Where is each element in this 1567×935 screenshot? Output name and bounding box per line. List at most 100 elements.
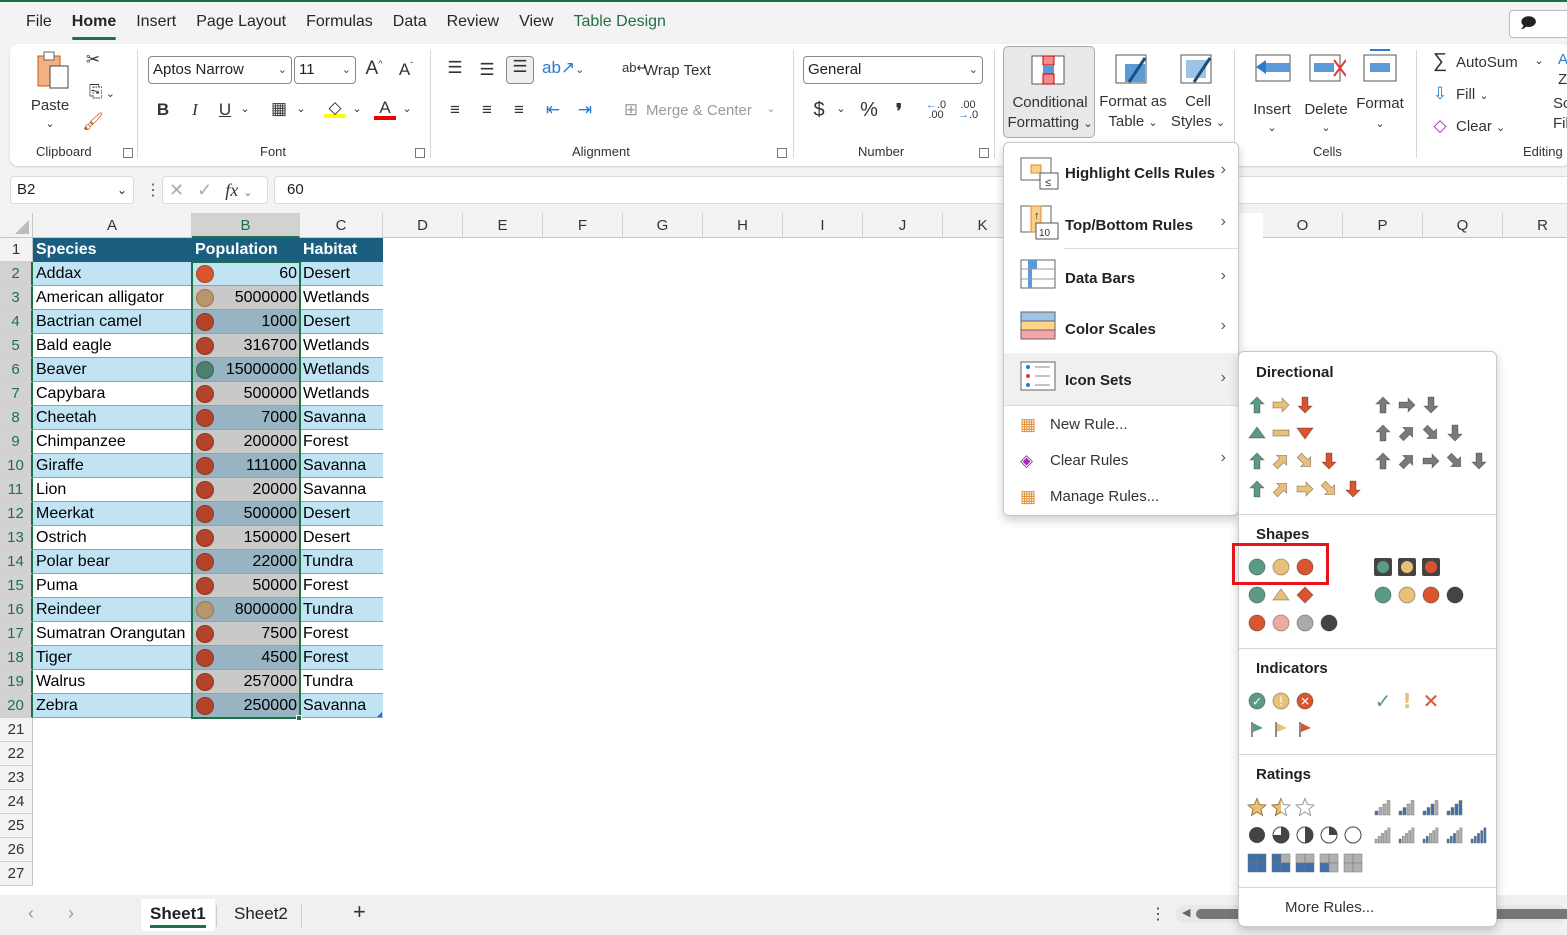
cell-population[interactable]: 15000000 (192, 358, 300, 382)
font-name-select[interactable]: Aptos Narrow ⌄ (148, 56, 292, 84)
fill-icon[interactable]: ⇩ (1430, 84, 1450, 104)
clear-button[interactable]: Clear ⌄ (1456, 117, 1505, 138)
cell-habitat[interactable]: Desert (300, 502, 383, 526)
cancel-icon[interactable]: ✕ (169, 180, 184, 200)
italic-button[interactable]: I (186, 100, 204, 120)
column-header-r[interactable]: R (1503, 213, 1567, 238)
name-box[interactable]: B2 ⌄ (10, 176, 134, 204)
column-header-a[interactable]: A (33, 213, 192, 238)
borders-icon[interactable]: ▦ (268, 99, 290, 119)
row-header-26[interactable]: 26 (0, 838, 33, 862)
cell-species[interactable]: Puma (33, 574, 192, 598)
row-header-21[interactable]: 21 (0, 718, 33, 742)
number-launcher-icon[interactable] (979, 148, 989, 158)
sheet-tab-sheet1[interactable]: Sheet1 (141, 899, 215, 931)
comma-style-button[interactable]: ❜ (890, 99, 908, 124)
icon-set-3-triangles[interactable] (1247, 422, 1315, 444)
cell-species[interactable]: Tiger (33, 646, 192, 670)
clear-eraser-icon[interactable]: ◇ (1430, 116, 1450, 136)
cell-population[interactable]: 4500 (192, 646, 300, 670)
column-header-p[interactable]: P (1343, 213, 1423, 238)
select-all-button[interactable] (0, 213, 33, 238)
cell-population[interactable]: 22000 (192, 550, 300, 574)
conditional-formatting-button[interactable]: Conditional Formatting ⌄ (1003, 46, 1095, 138)
autosum-icon[interactable]: ∑ (1430, 50, 1450, 73)
copy-icon[interactable]: ⎘ ⌄ (82, 82, 122, 102)
tab-page-layout[interactable]: Page Layout (186, 2, 296, 42)
menu-item-clear-rules[interactable]: ◈ Clear Rules › (1004, 443, 1238, 479)
insert-function-icon[interactable]: fx (225, 180, 238, 200)
column-header-h[interactable]: H (703, 213, 783, 238)
row-header-13[interactable]: 13 (0, 526, 33, 550)
clipboard-launcher-icon[interactable] (123, 148, 133, 158)
cell-population[interactable]: 8000000 (192, 598, 300, 622)
row-header-16[interactable]: 16 (0, 598, 33, 622)
tab-file[interactable]: File (16, 2, 62, 42)
icon-set-3-traffic-lights-rimmed[interactable] (1373, 556, 1441, 578)
paste-icon[interactable] (32, 50, 72, 90)
cell-habitat[interactable]: Savanna (300, 694, 383, 718)
cell-habitat[interactable]: Wetlands (300, 358, 383, 382)
cell-population[interactable]: 5000000 (192, 286, 300, 310)
icon-set-red-to-black[interactable] (1247, 612, 1339, 634)
table-header-species[interactable]: Species (33, 238, 192, 262)
cell-species[interactable]: Cheetah (33, 406, 192, 430)
row-header-3[interactable]: 3 (0, 286, 33, 310)
cell-species[interactable]: Meerkat (33, 502, 192, 526)
decrease-font-icon[interactable]: Aˇ (394, 60, 418, 80)
column-header-f[interactable]: F (543, 213, 623, 238)
menu-item-manage-rules[interactable]: ▦ Manage Rules... (1004, 479, 1238, 515)
row-header-5[interactable]: 5 (0, 334, 33, 358)
row-header-2[interactable]: 2 (0, 262, 33, 286)
add-sheet-icon[interactable]: + (353, 899, 366, 925)
decrease-decimal-icon[interactable]: .00 →.0 (956, 100, 980, 121)
cell-species[interactable]: Lion (33, 478, 192, 502)
font-size-select[interactable]: 11 ⌄ (294, 56, 356, 84)
paste-dropdown-icon[interactable]: ⌄ (40, 114, 60, 134)
cell-species[interactable]: Chimpanzee (33, 430, 192, 454)
cell-habitat[interactable]: Forest (300, 574, 383, 598)
cell-habitat[interactable]: Desert (300, 310, 383, 334)
icon-set-4-arrows-colored[interactable] (1247, 450, 1339, 472)
cell-habitat[interactable]: Wetlands (300, 382, 383, 406)
row-header-17[interactable]: 17 (0, 622, 33, 646)
format-painter-icon[interactable]: 🖌 (82, 112, 104, 132)
scroll-left-icon[interactable]: ‹ (28, 903, 34, 924)
table-resize-handle[interactable] (377, 712, 382, 717)
cell-habitat[interactable]: Savanna (300, 454, 383, 478)
cell-habitat[interactable]: Desert (300, 526, 383, 550)
column-header-c[interactable]: C (300, 213, 383, 238)
cell-species[interactable]: Giraffe (33, 454, 192, 478)
percent-button[interactable]: % (858, 99, 880, 122)
table-header-population[interactable]: Population (192, 238, 300, 262)
font-color-icon[interactable]: A (374, 98, 396, 120)
fill-color-icon[interactable]: ◇ (324, 98, 346, 118)
number-format-select[interactable]: General ⌄ (803, 56, 983, 84)
icon-set-3-stars[interactable] (1247, 796, 1315, 818)
cell-species[interactable]: Bactrian camel (33, 310, 192, 334)
cell-species[interactable]: Capybara (33, 382, 192, 406)
cell-habitat[interactable]: Wetlands (300, 334, 383, 358)
chevron-down-icon[interactable]: ⌄ (834, 102, 848, 115)
column-header-o[interactable]: O (1263, 213, 1343, 238)
scroll-right-icon[interactable]: › (68, 903, 74, 924)
icon-set-3-flags[interactable] (1247, 718, 1315, 740)
insert-cells-button[interactable]: Insert ⌄ (1244, 50, 1300, 140)
icon-set-5-arrows-colored[interactable] (1247, 478, 1363, 500)
cell-species[interactable]: Beaver (33, 358, 192, 382)
more-rules-link[interactable]: More Rules... (1285, 899, 1374, 916)
column-header-g[interactable]: G (623, 213, 703, 238)
row-header-27[interactable]: 27 (0, 862, 33, 886)
cell-population[interactable]: 500000 (192, 382, 300, 406)
row-header-8[interactable]: 8 (0, 406, 33, 430)
column-header-i[interactable]: I (783, 213, 863, 238)
align-center-icon[interactable]: ≡ (476, 100, 498, 120)
formula-input[interactable]: 60 (274, 176, 1567, 204)
cell-species[interactable]: Zebra (33, 694, 192, 718)
sort-filter-button[interactable]: ScFil (1553, 94, 1567, 134)
icon-set-5-ratings[interactable] (1373, 824, 1489, 846)
menu-item-data-bars[interactable]: Data Bars › (1004, 251, 1238, 303)
icon-set-4-traffic-lights[interactable] (1373, 584, 1465, 606)
cell-population[interactable]: 257000 (192, 670, 300, 694)
tab-home[interactable]: Home (62, 2, 126, 42)
